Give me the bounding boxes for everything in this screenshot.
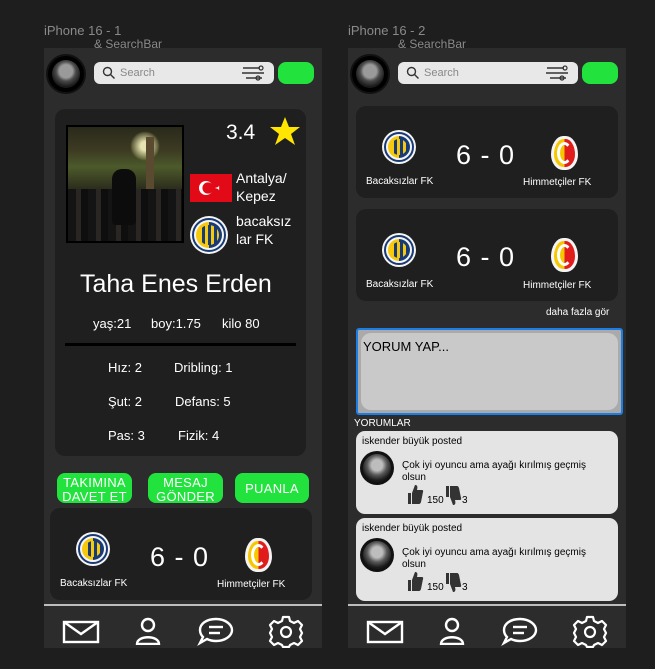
- match-score: 6 - 0: [150, 542, 210, 572]
- home-team-badge-icon: [382, 130, 416, 164]
- stat-shooting: Şut: 2: [108, 394, 142, 409]
- turkey-flag-icon: [190, 174, 232, 202]
- stat-age: yaş:21: [93, 316, 132, 331]
- stat-defense: Defans: 5: [175, 394, 231, 409]
- away-team-badge-icon: [245, 538, 272, 572]
- action-pill-button[interactable]: [582, 62, 618, 84]
- thumbs-up-icon[interactable]: [406, 483, 424, 505]
- chat-icon[interactable]: [501, 616, 539, 646]
- search-icon: [102, 66, 115, 79]
- player-name: Taha Enes Erden: [80, 270, 272, 298]
- user-avatar[interactable]: [46, 54, 86, 94]
- rate-button[interactable]: PUANLA: [235, 473, 309, 503]
- send-message-button[interactable]: MESAJ GÖNDER: [148, 473, 223, 503]
- stat-physical: Fizik: 4: [178, 428, 220, 443]
- comment-input[interactable]: YORUM YAP...: [356, 328, 623, 415]
- filter-icon[interactable]: [240, 65, 266, 81]
- mail-icon[interactable]: [62, 620, 100, 644]
- team-line-2: lar FK: [236, 231, 274, 247]
- thumbs-down-icon[interactable]: [444, 572, 462, 594]
- commenter-avatar[interactable]: [360, 538, 394, 572]
- profile-photo: [66, 125, 184, 243]
- search-icon: [406, 66, 419, 79]
- stat-passing: Pas: 3: [108, 428, 145, 443]
- home-team-name: Bacaksızlar FK: [366, 279, 434, 290]
- search-bar[interactable]: Search: [94, 62, 274, 84]
- comment-author: iskender büyük posted: [362, 523, 463, 534]
- profile-icon[interactable]: [135, 617, 161, 645]
- home-team-badge-icon: [76, 532, 110, 566]
- comment-input-placeholder: YORUM YAP...: [363, 339, 449, 354]
- nav-divider: [44, 604, 322, 606]
- commenter-avatar[interactable]: [360, 451, 394, 485]
- mail-icon[interactable]: [366, 620, 404, 644]
- home-team-name: Bacaksızlar FK: [60, 578, 128, 589]
- nav-divider: [348, 604, 626, 606]
- stat-dribbling: Dribling: 1: [174, 360, 233, 375]
- divider: [65, 343, 296, 346]
- comment-text: Çok iyi oyuncu ama ayağı kırılmış geçmiş…: [402, 547, 586, 570]
- gear-icon[interactable]: [571, 615, 609, 648]
- see-more-link[interactable]: daha fazla gör: [546, 307, 609, 318]
- action-pill-button[interactable]: [278, 62, 314, 84]
- profile-icon[interactable]: [439, 617, 465, 645]
- location-line-1: Antalya/: [236, 170, 287, 186]
- star-icon: [270, 117, 300, 145]
- comments-heading: YORUMLAR: [354, 418, 411, 429]
- like-count: 150: [427, 582, 444, 593]
- search-bar[interactable]: Search: [398, 62, 578, 84]
- like-count: 150: [427, 495, 444, 506]
- location-line-2: Kepez: [236, 188, 276, 204]
- search-placeholder: Search: [424, 67, 459, 79]
- invite-line-1: TAKIMINA: [63, 475, 126, 490]
- away-team-badge-icon: [551, 136, 578, 170]
- gear-icon[interactable]: [267, 615, 305, 648]
- comment-item: iskender büyük posted Çok iyi oyuncu ama…: [356, 431, 618, 514]
- home-team-badge-icon: [382, 233, 416, 267]
- frame-title-2: iPhone 16 - 2: [348, 23, 426, 38]
- frame-title-1: iPhone 16 - 1: [44, 23, 122, 38]
- away-team-name: Himmetçiler FK: [523, 280, 592, 291]
- team-line-1: bacaksız: [236, 213, 292, 229]
- home-team-name: Bacaksızlar FK: [366, 176, 434, 187]
- filter-icon[interactable]: [544, 65, 570, 81]
- comment-author: iskender büyük posted: [362, 436, 463, 447]
- match-score: 6 - 0: [456, 242, 516, 272]
- comment-text: Çok iyi oyuncu ama ayağı kırılmış geçmiş…: [402, 460, 586, 483]
- message-line-2: GÖNDER: [156, 489, 215, 504]
- dislike-count: 3: [462, 495, 468, 506]
- rate-label: PUANLA: [245, 481, 299, 496]
- comment-item: iskender büyük posted Çok iyi oyuncu ama…: [356, 518, 618, 601]
- thumbs-down-icon[interactable]: [444, 485, 462, 507]
- thumbs-up-icon[interactable]: [406, 570, 424, 592]
- phone-screen-profile: Search 3.4 Antalya/ Kepez bacaksız lar F…: [44, 48, 322, 648]
- chat-icon[interactable]: [197, 616, 235, 646]
- message-line-1: MESAJ: [163, 475, 208, 490]
- stat-weight: kilo 80: [222, 316, 260, 331]
- dislike-count: 3: [462, 582, 468, 593]
- stat-speed: Hız: 2: [108, 360, 142, 375]
- rating-value: 3.4: [226, 121, 256, 144]
- user-avatar[interactable]: [350, 54, 390, 94]
- away-team-badge-icon: [551, 238, 578, 272]
- away-team-name: Himmetçiler FK: [523, 177, 592, 188]
- invite-to-team-button[interactable]: TAKIMINA DAVET ET: [57, 473, 132, 503]
- invite-line-2: DAVET ET: [62, 489, 127, 504]
- search-placeholder: Search: [120, 67, 155, 79]
- stat-height: boy:1.75: [151, 316, 201, 331]
- match-score: 6 - 0: [456, 140, 516, 170]
- fenerbahce-badge-icon: [190, 216, 228, 254]
- phone-screen-matches-comments: Search 6 - 0 Bacaksızlar FK Himmetçiler …: [348, 48, 626, 648]
- away-team-name: Himmetçiler FK: [217, 579, 286, 590]
